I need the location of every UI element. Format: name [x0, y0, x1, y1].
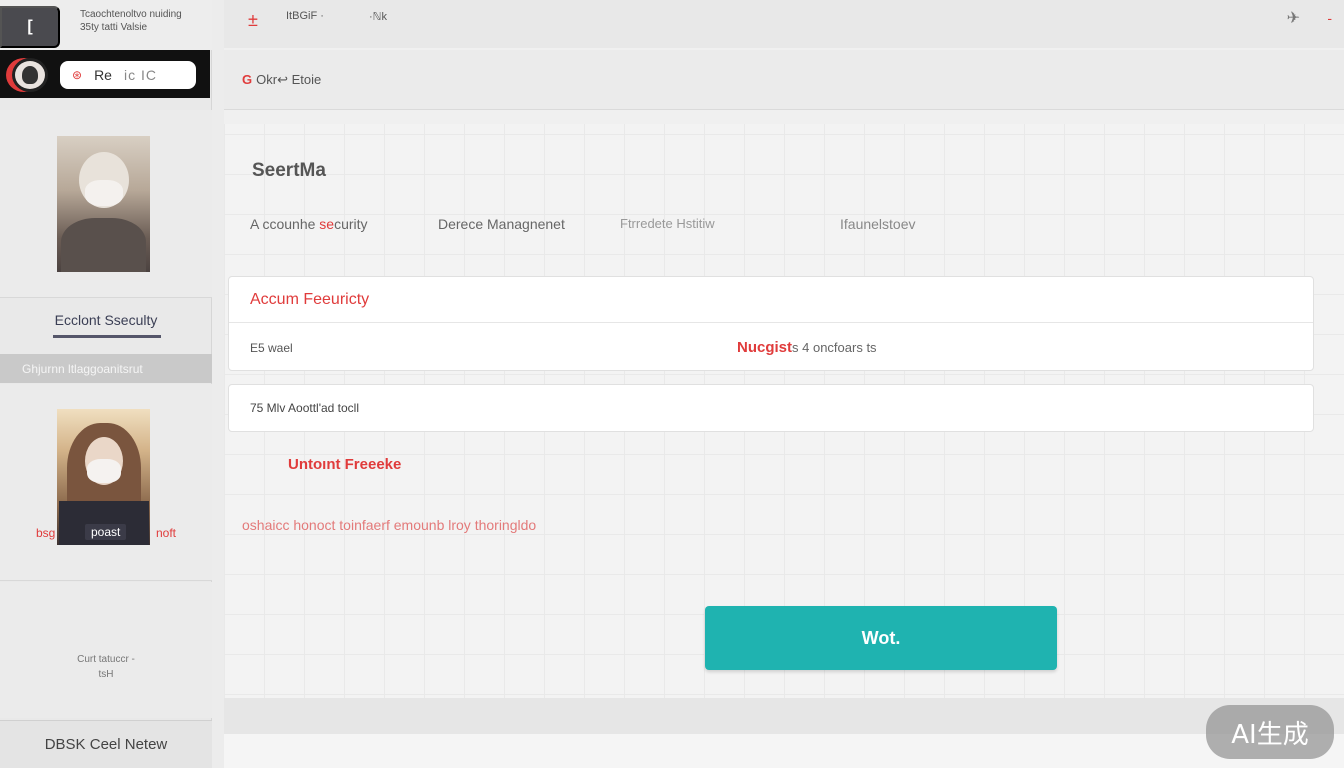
breadcrumb-icon: G — [242, 72, 253, 87]
sidebar-search-row: ⊛ Re ic IC — [0, 50, 210, 98]
profile-label-mid: poast — [84, 524, 127, 540]
sidebar-info-card: Curt tatuccr - tsH — [0, 582, 212, 718]
toolbar-item-2[interactable]: ·ℕk — [369, 10, 387, 23]
row-label: E5 wael — [250, 341, 293, 355]
search-input[interactable]: ⊛ Re ic IC — [60, 61, 196, 89]
profile-label-right: noft — [155, 526, 176, 540]
active-indicator — [53, 335, 161, 338]
sidebar-info-line1: Curt tatuccr - — [77, 654, 135, 665]
sidebar-footer-link[interactable]: DBSK Ceel Netew — [0, 720, 212, 768]
plane-icon[interactable]: ✈ — [1287, 8, 1300, 28]
tab-label-accent: se — [319, 216, 335, 232]
search-value: Re — [94, 67, 112, 83]
ai-generated-watermark: AI生成 — [1206, 705, 1334, 759]
sidebar-header-line1: Tcaochtenoltvo nuiding — [80, 9, 182, 20]
menu-button[interactable]: [ — [0, 6, 60, 48]
search-placeholder: ic IC — [123, 67, 157, 83]
profile-photo — [57, 136, 150, 272]
row-value-bold: Nucgist — [737, 339, 793, 356]
freeze-description: oshaicc honoct toinfaerf emounb lroy tho… — [242, 517, 537, 533]
toolbar-item-1[interactable]: ItBGiF · — [286, 10, 324, 22]
toolbar-mark[interactable]: - — [1327, 10, 1332, 26]
breadcrumb: G Okr↩ Etoie — [224, 50, 1344, 110]
sidebar-header-line2: 35ty tatti Valsie — [80, 22, 148, 33]
info-panel[interactable]: 75 Mlv Aoottl'ad tocll — [228, 384, 1314, 432]
tab-other[interactable]: Ifaunelstoev — [840, 216, 916, 232]
top-toolbar: ± ItBGiF · ·ℕk ✈ - — [224, 0, 1344, 48]
breadcrumb-text[interactable]: Okr↩ Etoie — [256, 72, 321, 88]
freeze-heading: Untoınt Freeeke — [288, 456, 402, 473]
sidebar-section-bar[interactable]: Ghjurnn ltlaggoanitsrut — [0, 354, 212, 383]
tab-device-management[interactable]: Derece Managnenet — [438, 216, 565, 232]
tab-bar: A ccounhe security Derece Managnenet Ftr… — [250, 216, 1320, 246]
sidebar: [ Tcaochtenoltvo nuiding 35ty tatti Vals… — [0, 0, 212, 768]
row-value-rest: s 4 oncfoars ts — [792, 340, 877, 355]
add-icon[interactable]: ± — [248, 10, 258, 31]
sidebar-header: [ Tcaochtenoltvo nuiding 35ty tatti Vals… — [0, 0, 212, 50]
profile-card[interactable] — [0, 110, 212, 298]
panel-heading: Accum Feeuricty — [229, 277, 1313, 323]
profile-card-2-label: bsg poast noft — [36, 524, 176, 540]
search-icon: ⊛ — [72, 68, 83, 82]
account-security-panel: Accum Feeuricty E5 wael Nucgists 4 oncfo… — [228, 276, 1314, 371]
profile-card-2[interactable]: bsg poast noft — [0, 384, 212, 581]
content-panel: SeertMa A ccounhe security Derece Managn… — [224, 124, 1344, 698]
tab-history[interactable]: Ftrredete Hstitiw — [620, 216, 715, 231]
primary-action-button[interactable]: Wot. — [705, 606, 1057, 670]
row-value: Nucgists 4 oncfoars ts — [737, 339, 877, 356]
profile-label-left: bsg — [36, 526, 56, 540]
sidebar-info-text: Curt tatuccr - tsH — [0, 652, 212, 682]
sidebar-header-text: Tcaochtenoltvo nuiding 35ty tatti Valsie — [80, 8, 205, 34]
panel-row[interactable]: E5 wael Nucgists 4 oncfoars ts — [229, 323, 1313, 371]
main-area: ± ItBGiF · ·ℕk ✈ - G Okr↩ Etoie SeertMa … — [224, 0, 1344, 768]
tab-label-suffix: curity — [334, 216, 368, 232]
bottom-strip — [224, 698, 1344, 734]
sidebar-item-security[interactable]: Ecclont Sseculty — [0, 312, 212, 328]
app-logo — [12, 58, 48, 92]
page-title: SeertMa — [252, 160, 326, 181]
sidebar-info-line2: tsH — [98, 669, 114, 680]
tab-account-security[interactable]: A ccounhe security — [250, 216, 368, 232]
bottom-strip-2 — [224, 734, 1344, 768]
tab-label-prefix: A ccounhe — [250, 216, 320, 232]
